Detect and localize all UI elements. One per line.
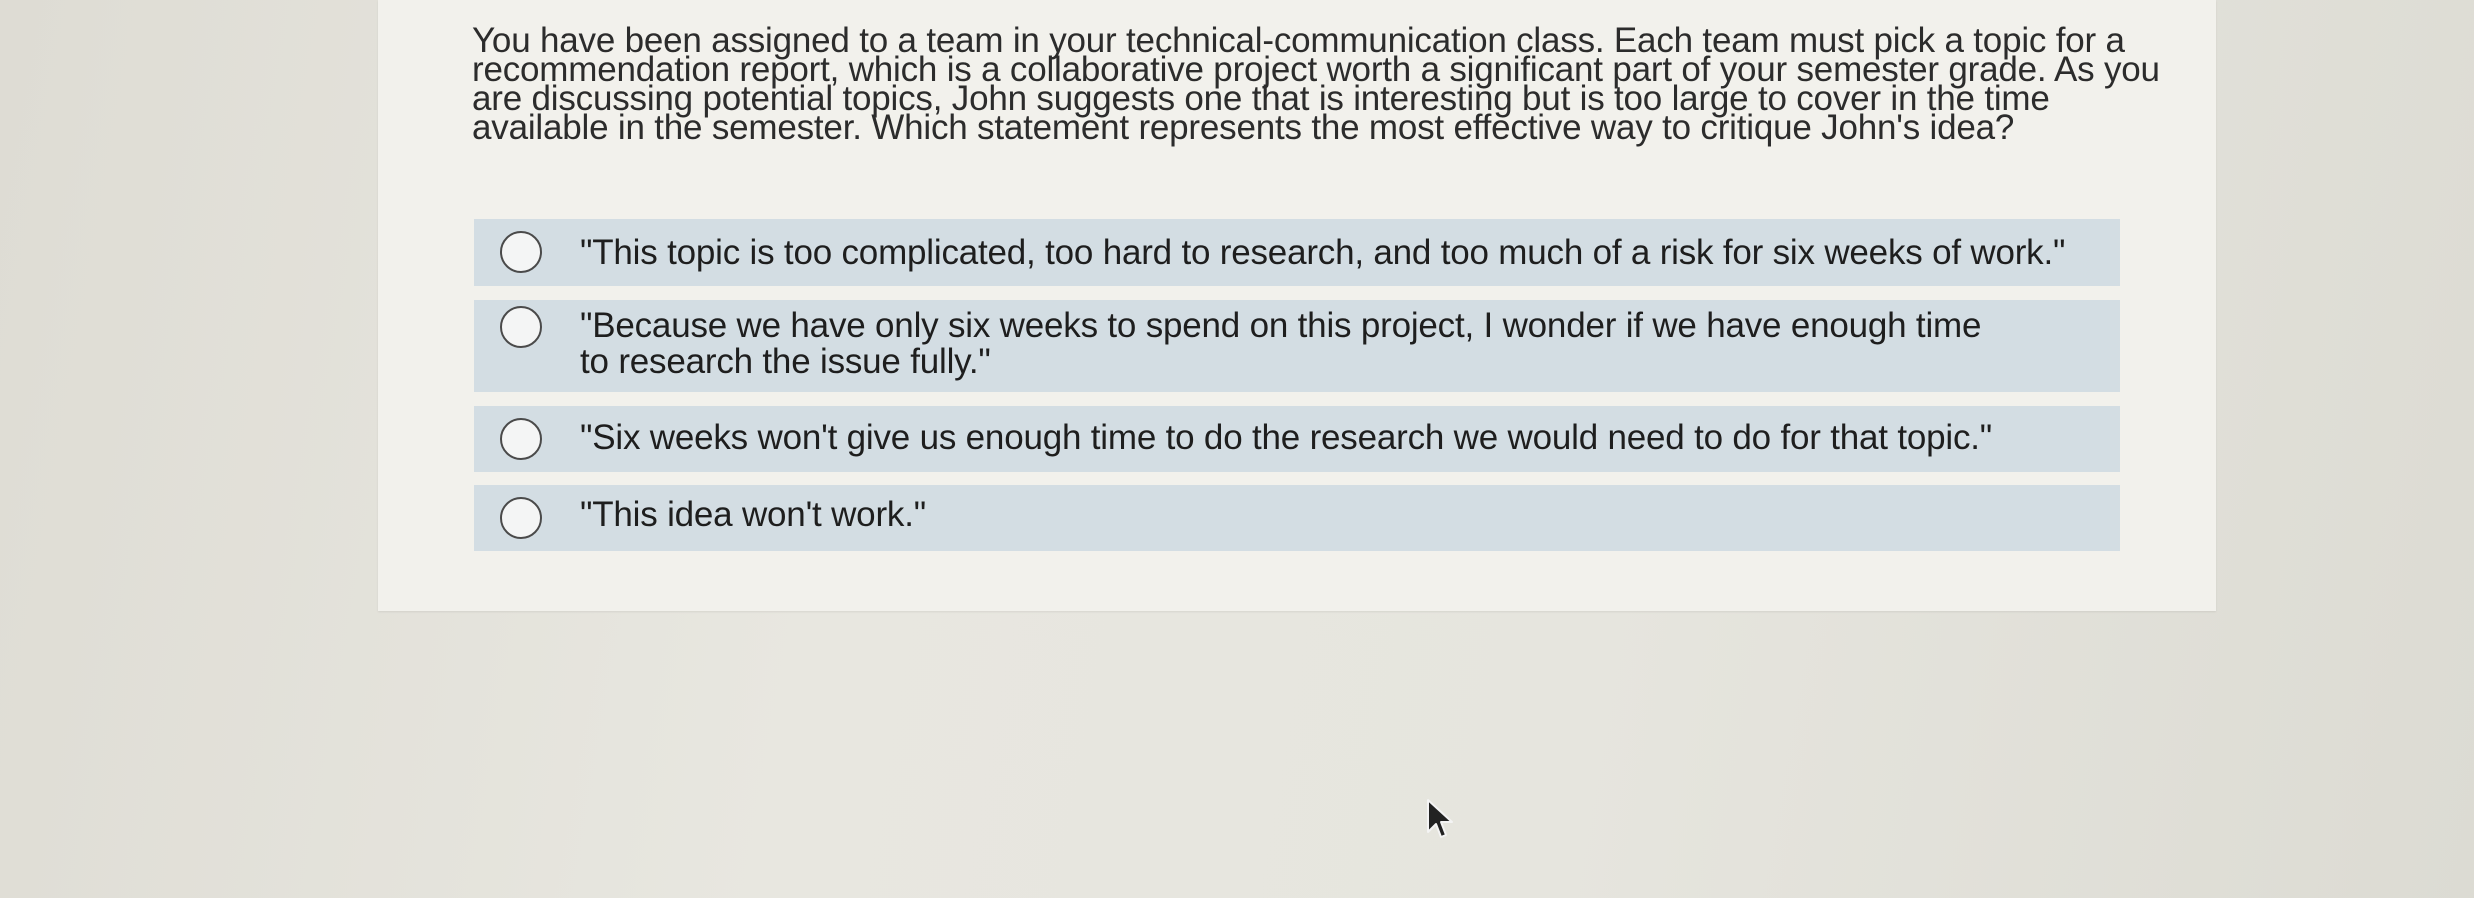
answer-option-4[interactable]: "This idea won't work." bbox=[474, 485, 2120, 551]
answer-option-3[interactable]: "Six weeks won't give us enough time to … bbox=[474, 406, 2120, 472]
answer-option-label: "This idea won't work." bbox=[580, 495, 926, 534]
screen-background: You have been assigned to a team in your… bbox=[0, 0, 2474, 898]
answer-option-label: "This topic is too complicated, too hard… bbox=[580, 233, 2066, 272]
answer-option-label: "Six weeks won't give us enough time to … bbox=[580, 418, 1993, 457]
answer-option-2[interactable]: "Because we have only six weeks to spend… bbox=[474, 300, 2120, 392]
answer-option-label: "Because we have only six weeks to spend… bbox=[580, 306, 1982, 381]
answer-option-1[interactable]: "This topic is too complicated, too hard… bbox=[474, 219, 2120, 286]
radio-button-icon[interactable] bbox=[500, 418, 542, 460]
radio-button-icon[interactable] bbox=[500, 231, 542, 273]
radio-button-icon[interactable] bbox=[500, 306, 542, 348]
radio-button-icon[interactable] bbox=[500, 497, 542, 539]
question-card: You have been assigned to a team in your… bbox=[378, 0, 2216, 611]
question-text: You have been assigned to a team in your… bbox=[472, 21, 2160, 147]
mouse-pointer-icon bbox=[1427, 799, 1453, 838]
